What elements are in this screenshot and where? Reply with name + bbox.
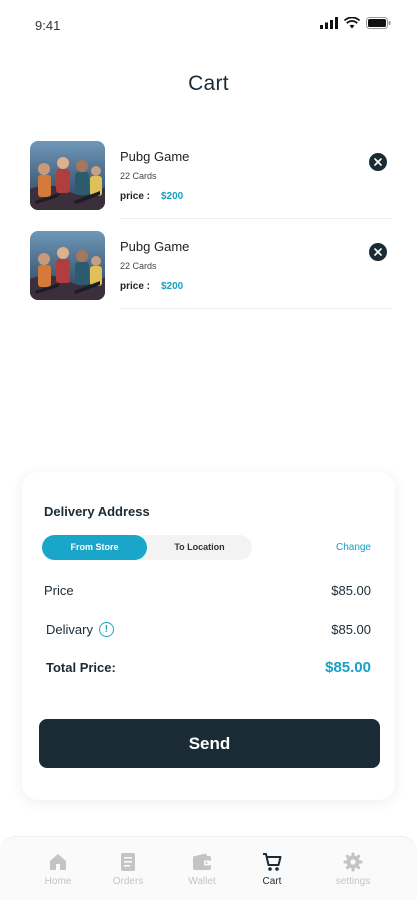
remove-item-button[interactable] <box>369 243 387 261</box>
item-card-count: 22 Cards <box>120 171 157 181</box>
nav-label: settings <box>335 876 371 887</box>
wifi-icon <box>344 17 360 29</box>
cart-icon <box>263 853 282 871</box>
item-price: $200 <box>161 281 184 292</box>
item-name: Pubg Game <box>120 239 190 254</box>
delivery-label: Delivary <box>46 622 93 637</box>
game-thumbnail-image <box>30 231 105 300</box>
nav-label: Orders <box>112 876 144 887</box>
game-thumbnail-image <box>30 141 105 210</box>
close-icon <box>374 248 382 256</box>
to-location-option[interactable]: To Location <box>147 535 252 560</box>
game-thumbnail <box>30 231 105 300</box>
nav-item-cart[interactable]: Cart <box>237 852 307 887</box>
gear-icon <box>343 852 363 872</box>
item-price-label: price : <box>120 191 151 202</box>
delivery-method-toggle: From Store To Location <box>42 535 252 560</box>
status-icons <box>320 17 391 29</box>
delivery-row-label: Delivary ! <box>46 622 114 637</box>
nav-item-settings[interactable]: settings <box>318 852 388 887</box>
cart-item[interactable]: Pubg Game 22 Cards price : $200 <box>30 231 392 309</box>
home-icon <box>50 854 66 870</box>
item-divider <box>120 218 392 219</box>
send-button[interactable]: Send <box>39 719 380 768</box>
item-card-count: 22 Cards <box>120 261 157 271</box>
status-time: 9:41 <box>35 18 61 33</box>
price-value: $85.00 <box>331 583 371 598</box>
status-bar: 9:41 <box>0 0 417 50</box>
item-price: $200 <box>161 191 184 202</box>
item-price-label: price : <box>120 281 151 292</box>
battery-icon <box>366 17 391 29</box>
change-address-link[interactable]: Change <box>336 542 371 553</box>
signal-icon <box>320 17 338 29</box>
remove-item-button[interactable] <box>369 153 387 171</box>
cart-item[interactable]: Pubg Game 22 Cards price : $200 <box>30 141 392 219</box>
item-name: Pubg Game <box>120 149 190 164</box>
nav-label: Wallet <box>188 876 216 887</box>
nav-label: Cart <box>262 876 282 887</box>
from-store-option[interactable]: From Store <box>42 535 147 560</box>
nav-item-home[interactable]: Home <box>23 852 93 887</box>
nav-item-orders[interactable]: Orders <box>93 852 163 887</box>
delivery-address-title: Delivery Address <box>44 504 150 519</box>
page-title: Cart <box>188 72 229 95</box>
nav-item-wallet[interactable]: Wallet <box>167 852 237 887</box>
wallet-icon <box>193 853 211 870</box>
orders-icon <box>121 853 135 871</box>
delivery-value: $85.00 <box>331 622 371 637</box>
total-price-value: $85.00 <box>325 659 371 676</box>
nav-label: Home <box>44 876 72 887</box>
bottom-nav: Home Orders Wallet Cart settings <box>0 836 417 900</box>
order-summary-card: Delivery Address From Store To Location … <box>22 472 395 800</box>
game-thumbnail <box>30 141 105 210</box>
total-price-label: Total Price: <box>46 660 116 675</box>
close-icon <box>374 158 382 166</box>
price-label: Price <box>44 583 74 598</box>
info-icon[interactable]: ! <box>98 622 114 637</box>
item-divider <box>120 308 392 309</box>
